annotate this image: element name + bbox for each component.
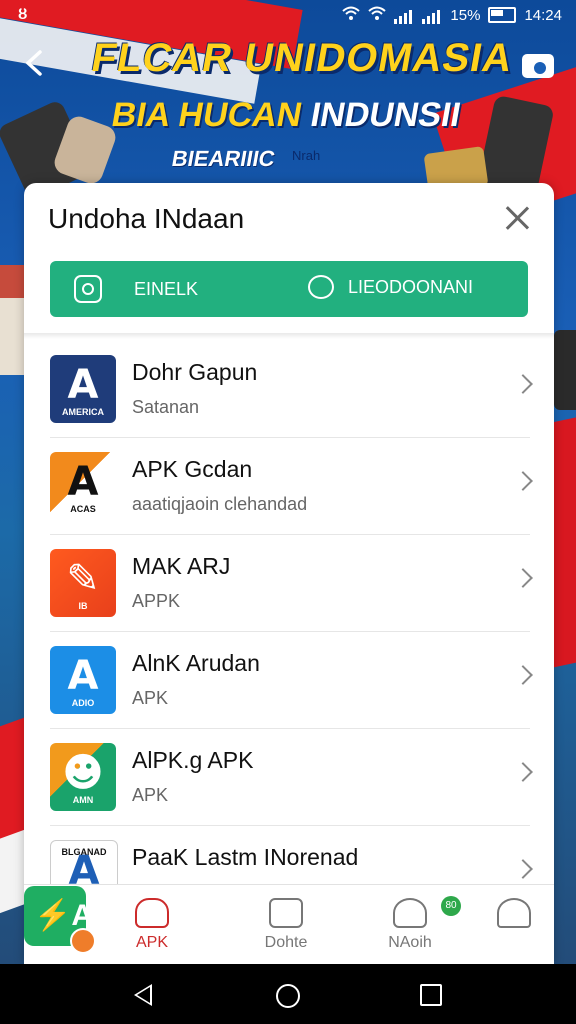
app-name: AlPK.g APK <box>132 747 254 773</box>
app-icon-caption: IB <box>78 601 88 611</box>
wifi-calling-icon <box>368 6 387 24</box>
action-button-2[interactable]: LIEODOONANI <box>308 275 473 299</box>
back-arrow-icon[interactable] <box>20 48 60 88</box>
app-subtitle: APK <box>132 688 169 708</box>
banner-subheadline: BIA HUCAN INDUNSII <box>109 96 464 135</box>
section-divider <box>24 333 554 339</box>
app-subtitle: APPK <box>132 591 181 611</box>
app-icon-caption: BLGANAD <box>61 847 107 857</box>
background-house <box>0 265 24 375</box>
list-item[interactable]: ✎ IB MAK ARJ APPK <box>50 535 533 632</box>
top-navigation <box>0 40 576 94</box>
camera-icon[interactable] <box>522 48 556 82</box>
app-name: MAK ARJ <box>132 553 231 579</box>
app-icon: A ADIO <box>50 646 116 714</box>
battery-percent: 15% <box>450 6 481 24</box>
app-icon: ✎ IB <box>50 549 116 617</box>
status-icons: 15% 14:24 <box>342 6 562 24</box>
close-icon[interactable] <box>502 203 532 233</box>
chat-icon <box>308 275 334 299</box>
app-icon: ☻ AMN <box>50 743 116 811</box>
background-car <box>554 330 576 410</box>
tab-naoih[interactable]: 80 NAoih <box>370 896 461 952</box>
chevron-right-icon <box>513 568 533 588</box>
flight-badge-icon <box>70 928 96 954</box>
home-app-button[interactable]: ⚡A <box>24 886 96 954</box>
sheet-title: Undoha INdaan <box>48 203 245 234</box>
tab-label: Dohte <box>264 934 308 951</box>
profile-icon <box>497 898 531 928</box>
action-label-1: EINELK <box>134 278 199 299</box>
app-subtitle: APK <box>132 785 169 805</box>
tab-label: APK <box>135 934 168 951</box>
tab-apk[interactable]: APK <box>112 898 192 952</box>
people-icon: 80 <box>393 896 461 928</box>
chevron-right-icon <box>513 471 533 491</box>
tab-profile[interactable] <box>484 898 544 934</box>
list-item[interactable]: A ACAS APK Gcdan aaatiqjaoin clehandad <box>50 438 533 535</box>
app-icon: A AMERICA <box>50 355 116 423</box>
bottom-sheet: Undoha INdaan EINELK LIEODOONANI A AMERI… <box>24 183 554 964</box>
action-button-1[interactable]: EINELK <box>74 275 198 303</box>
list-item[interactable]: ☻ AMN AlPK.g APK APK <box>50 729 533 826</box>
list-item[interactable]: A AMERICA Dohr Gapun Satanan <box>50 341 533 438</box>
tab-dohte[interactable]: Dohte <box>246 898 326 952</box>
wifi-icon <box>342 6 361 24</box>
tab-label: NAoih <box>388 934 432 951</box>
notification-icon: ȣ <box>18 6 28 23</box>
app-subtitle: Satanan <box>132 397 200 417</box>
action-label-2: LIEODOONANI <box>348 276 474 297</box>
app-icon-caption: AMERICA <box>62 407 104 417</box>
app-icon-caption: AMN <box>72 795 94 805</box>
chevron-right-icon <box>513 374 533 394</box>
list-item[interactable]: A ADIO AlnK Arudan APK <box>50 632 533 729</box>
instagram-icon <box>74 275 102 303</box>
system-navigation-bar <box>0 964 576 1024</box>
app-name: PaaK Lastm INorenad <box>132 844 359 870</box>
system-recents-icon[interactable] <box>420 984 442 1006</box>
banner-subheadline-yellow: BIA HUCAN <box>108 96 305 134</box>
app-icon-caption: ACAS <box>70 504 96 514</box>
camera-lens <box>532 60 548 76</box>
app-name: APK Gcdan <box>132 456 253 482</box>
heart-icon <box>135 898 169 928</box>
chevron-right-icon <box>513 762 533 782</box>
app-name: AlnK Arudan <box>132 650 260 676</box>
app-subtitle: aaatiqjaoin clehandad <box>132 494 308 514</box>
system-back-icon[interactable] <box>134 984 152 1006</box>
app-icon: A ACAS <box>50 452 116 520</box>
signal-icon-2 <box>422 7 442 24</box>
status-bar: ȣ 15% 14:24 <box>0 0 576 32</box>
chevron-right-icon <box>513 859 533 879</box>
clock: 14:24 <box>524 6 562 24</box>
battery-icon <box>488 7 517 23</box>
chevron-right-icon <box>513 665 533 685</box>
banner-subheadline-white: INDUNSII <box>307 96 464 134</box>
chat-bubble-icon <box>269 898 303 928</box>
signal-icon <box>394 7 414 24</box>
system-home-icon[interactable] <box>276 984 300 1008</box>
banner-tagline-small: Nrah <box>292 148 321 163</box>
app-list: A AMERICA Dohr Gapun Satanan A ACAS APK … <box>24 341 554 923</box>
action-bar: EINELK LIEODOONANI <box>50 261 528 317</box>
app-icon-caption: ADIO <box>71 698 95 708</box>
banner-tagline: BIEARIIIC <box>169 146 277 171</box>
app-name: Dohr Gapun <box>132 359 258 385</box>
notification-badge: 80 <box>441 896 461 916</box>
